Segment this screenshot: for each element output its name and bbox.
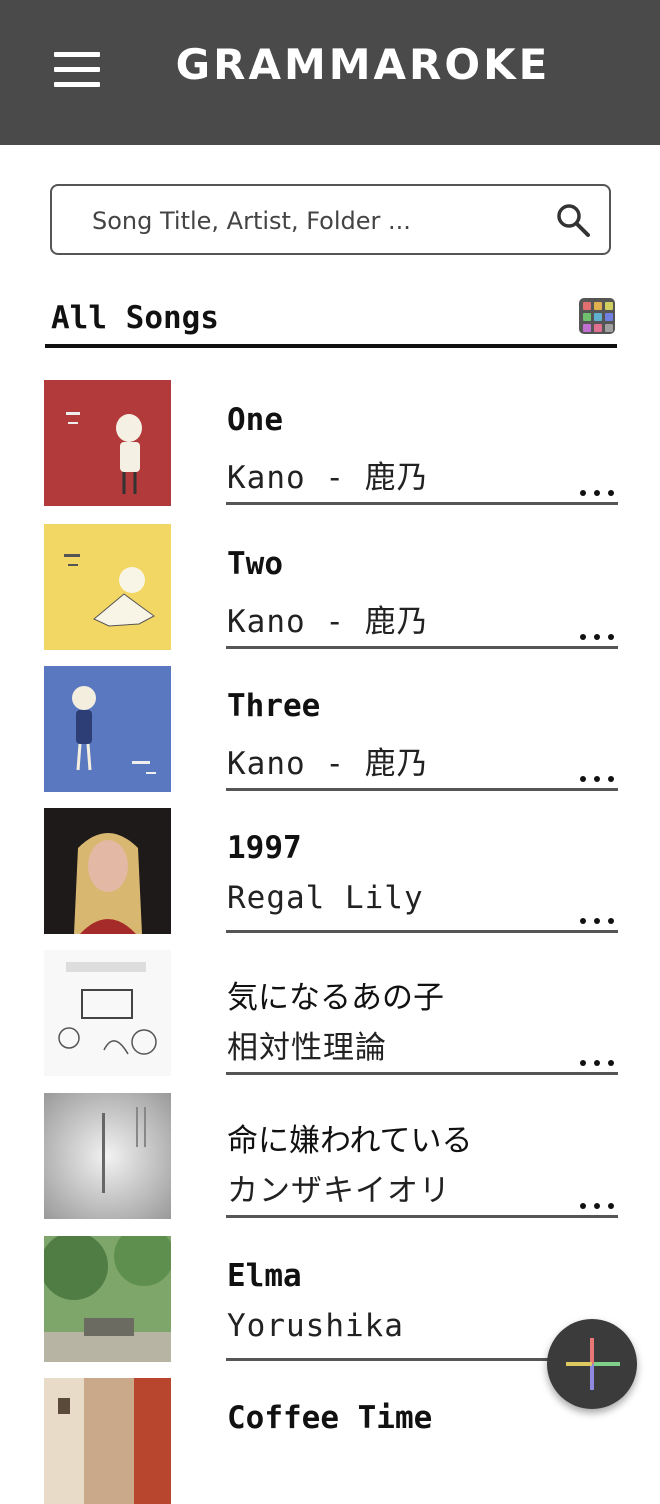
song-title: One: [227, 402, 283, 438]
divider: [226, 502, 618, 505]
list-item[interactable]: 気になるあの子 相対性理論: [44, 950, 618, 1076]
album-cover: [44, 380, 171, 506]
divider: [226, 1072, 618, 1075]
divider: [226, 1215, 618, 1218]
more-options-button[interactable]: [580, 916, 616, 926]
album-cover: [44, 808, 171, 934]
song-artist: カンザキイオリ: [227, 1173, 451, 1209]
more-options-button[interactable]: [580, 632, 616, 642]
song-artist: 相対性理論: [227, 1030, 387, 1066]
song-title: Two: [227, 546, 283, 582]
song-artist: Kano - 鹿乃: [227, 460, 429, 496]
album-cover: [44, 1236, 171, 1362]
album-cover: [44, 524, 171, 650]
list-item[interactable]: Three Kano - 鹿乃: [44, 666, 618, 792]
list-item[interactable]: 命に嫌われている カンザキイオリ: [44, 1093, 618, 1219]
song-title: 気になるあの子: [227, 980, 444, 1016]
song-artist: Kano - 鹿乃: [227, 746, 429, 782]
more-options-button[interactable]: [580, 1058, 616, 1068]
album-cover: [44, 1378, 171, 1504]
list-item[interactable]: Elma Yorushika: [44, 1236, 618, 1362]
divider: [226, 646, 618, 649]
song-artist: Yorushika: [227, 1308, 404, 1344]
album-cover: [44, 950, 171, 1076]
divider: [226, 930, 618, 933]
song-title: 1997: [227, 830, 302, 866]
more-options-button[interactable]: [580, 488, 616, 498]
song-artist: Regal Lily: [227, 880, 424, 916]
add-song-button[interactable]: [547, 1319, 637, 1409]
more-options-button[interactable]: [580, 1201, 616, 1211]
song-title: Coffee Time: [227, 1400, 433, 1436]
album-cover: [44, 1093, 171, 1219]
album-cover: [44, 666, 171, 792]
divider: [226, 788, 618, 791]
song-artist: Kano - 鹿乃: [227, 604, 429, 640]
list-item[interactable]: One Kano - 鹿乃: [44, 380, 618, 506]
more-options-button[interactable]: [580, 774, 616, 784]
list-item[interactable]: Two Kano - 鹿乃: [44, 524, 618, 650]
song-title: Elma: [227, 1258, 302, 1294]
song-list: One Kano - 鹿乃 Two Kano - 鹿乃 Three Kano -…: [0, 0, 660, 1504]
song-title: 命に嫌われている: [227, 1123, 473, 1159]
list-item[interactable]: 1997 Regal Lily: [44, 808, 618, 934]
song-title: Three: [227, 688, 321, 724]
list-item[interactable]: Coffee Time: [44, 1378, 618, 1504]
